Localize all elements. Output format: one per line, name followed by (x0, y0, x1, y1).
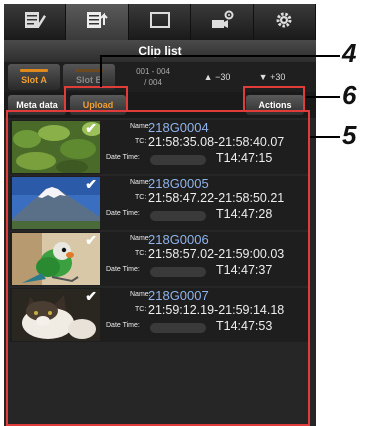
clip-thumbnail: ✔ (12, 121, 100, 173)
gear-icon (271, 9, 297, 36)
camera-settings-icon (209, 9, 235, 36)
upload-button[interactable]: Upload (70, 95, 126, 115)
clip-thumbnail: ✔ (12, 233, 100, 285)
camera-remote-screen: Clip list Slot A Slot B 001 - 004 / 004 … (4, 4, 316, 426)
edit-icon (22, 9, 48, 36)
clip-name: 218G0006 (148, 232, 209, 247)
clip-row[interactable]: ✔ Name: 218G0006 TC: 21:58:57.02-21:59:0… (10, 232, 308, 286)
callout-4-line (100, 55, 340, 57)
tc-label: TC: (135, 250, 147, 257)
clip-time: T14:47:37 (216, 263, 273, 277)
slot-selector-row: Slot A Slot B 001 - 004 / 004 ▲ −30 ▼ +3… (4, 62, 316, 92)
tc-label: TC: (135, 138, 147, 145)
top-menu-bar (4, 4, 316, 40)
date-time-label: Date Time: (106, 154, 140, 161)
clip-timecode: 21:58:47.22-21:58:50.21 (148, 191, 285, 205)
clip-range-line1: 001 - 004 (136, 67, 170, 76)
clip-range-info: 001 - 004 / 004 (118, 66, 188, 88)
date-time-label: Date Time: (106, 322, 140, 329)
clip-list: ✔ Name: 218G0004 TC: 21:58:35.08-21:58:4… (4, 118, 316, 426)
edit-tab[interactable] (4, 4, 67, 40)
callout-5: 5 (342, 120, 357, 150)
camera-settings-tab[interactable] (191, 4, 254, 40)
clip-row[interactable]: ✔ Name: 218G0005 TC: 21:58:47.22-21:58:5… (10, 176, 308, 230)
clip-time: T14:47:28 (216, 207, 273, 221)
callout-6: 6 (342, 80, 357, 110)
clip-row[interactable]: ✔ Name: 218G0004 TC: 21:58:35.08-21:58:4… (10, 120, 308, 174)
checkmark-icon: ✔ (85, 121, 97, 136)
callout-4: 4 (342, 38, 357, 68)
redacted-date (150, 211, 206, 221)
clip-timecode: 21:58:35.08-21:58:40.07 (148, 135, 285, 149)
slot-b-indicator (75, 69, 103, 72)
action-row: Meta data Upload Actions (4, 92, 316, 118)
redacted-date (150, 155, 206, 165)
redacted-date (150, 267, 206, 277)
clip-timecode: 21:58:57.02-21:59:00.03 (148, 247, 285, 261)
checkmark-icon: ✔ (85, 289, 97, 304)
clip-time: T14:47:15 (216, 151, 273, 165)
prev-page-button[interactable]: ▲ −30 (191, 64, 243, 90)
clip-range-line2: / 004 (144, 78, 162, 87)
slot-a-indicator (20, 69, 48, 72)
date-time-label: Date Time: (106, 210, 140, 217)
callout-6-line (305, 96, 340, 98)
date-time-label: Date Time: (106, 266, 140, 273)
page-title: Clip list (4, 40, 316, 62)
meta-data-button[interactable]: Meta data (8, 95, 66, 115)
clip-row[interactable]: ✔ Name: 218G0007 TC: 21:59:12.19-21:59:1… (10, 288, 308, 342)
display-icon (147, 9, 173, 36)
slot-b-label: Slot B (76, 75, 102, 85)
clip-list-icon (84, 9, 110, 36)
next-page-button[interactable]: ▼ +30 (246, 64, 298, 90)
clip-name: 218G0004 (148, 120, 209, 135)
clip-timecode: 21:59:12.19-21:59:14.18 (148, 303, 285, 317)
clip-time: T14:47:53 (216, 319, 273, 333)
checkmark-icon: ✔ (85, 177, 97, 192)
clip-thumbnail: ✔ (12, 177, 100, 229)
callout-5-line (310, 136, 340, 138)
tc-label: TC: (135, 194, 147, 201)
callout-4-leader (100, 55, 102, 87)
clip-list-tab[interactable] (66, 4, 129, 40)
tc-label: TC: (135, 306, 147, 313)
slot-a-button[interactable]: Slot A (8, 64, 60, 90)
checkmark-icon: ✔ (85, 233, 97, 248)
display-tab[interactable] (128, 4, 192, 40)
actions-button[interactable]: Actions (246, 95, 304, 115)
slot-b-button[interactable]: Slot B (63, 64, 115, 90)
clip-thumbnail: ✔ (12, 289, 100, 341)
redacted-date (150, 323, 206, 333)
settings-tab[interactable] (253, 4, 316, 40)
clip-name: 218G0005 (148, 176, 209, 191)
clip-name: 218G0007 (148, 288, 209, 303)
slot-a-label: Slot A (21, 75, 47, 85)
